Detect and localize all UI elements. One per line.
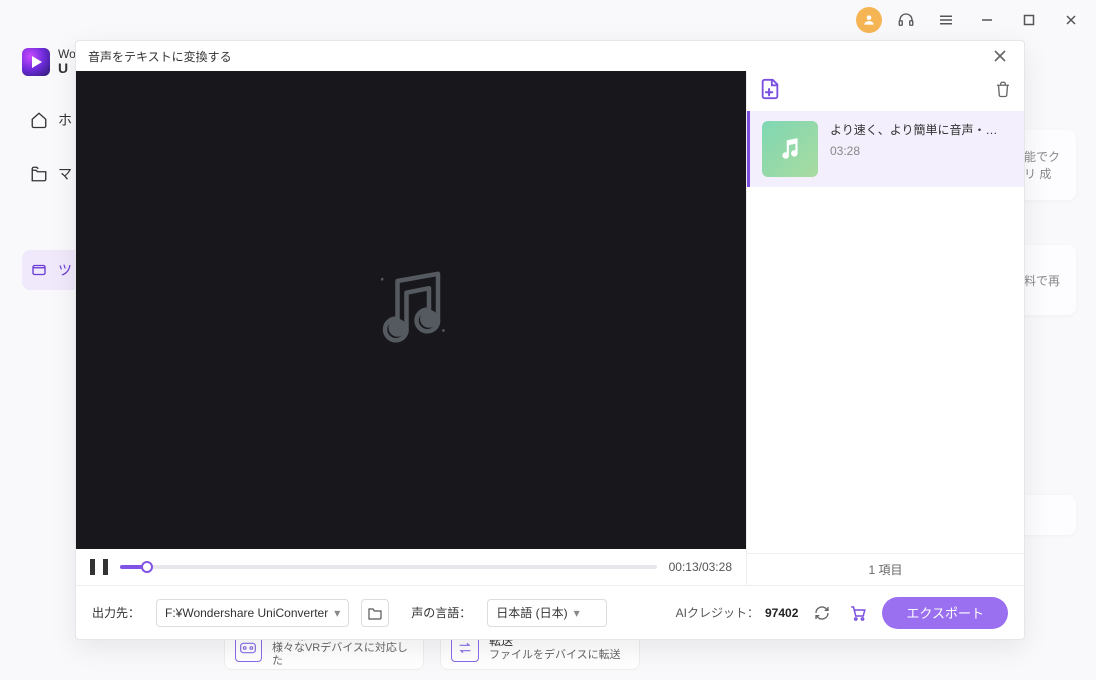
cart-icon[interactable] xyxy=(846,601,870,625)
credit-value: 97402 xyxy=(765,606,798,620)
file-item[interactable]: より速く、より簡単に音声・… 03:28 xyxy=(747,111,1024,187)
app-logo xyxy=(22,48,50,76)
bg-card xyxy=(1016,495,1076,535)
chevron-down-icon: ▾ xyxy=(334,606,340,620)
sidebar-item-label: ツ xyxy=(58,260,72,280)
hamburger-icon[interactable] xyxy=(930,4,962,36)
output-path-value: F:¥Wondershare UniConverter xyxy=(165,606,328,620)
pause-button[interactable] xyxy=(90,559,108,575)
language-value: 日本語 (日本) xyxy=(496,604,567,621)
delete-button[interactable] xyxy=(994,80,1012,103)
window-minimize-button[interactable] xyxy=(970,5,1004,35)
sidebar-item-label: ホ xyxy=(58,110,72,130)
audio-thumb-icon xyxy=(762,121,818,177)
refresh-icon[interactable] xyxy=(810,601,834,625)
stt-modal: 音声をテキストに変換する xyxy=(75,40,1025,640)
music-note-icon xyxy=(366,263,456,358)
tile-subtitle: ファイルをデバイスに転送 xyxy=(489,649,621,662)
chevron-down-icon: ▾ xyxy=(574,606,580,620)
preview-area xyxy=(76,71,746,549)
app-name: Wo U xyxy=(58,48,76,77)
open-folder-button[interactable] xyxy=(361,599,389,627)
lang-label: 声の言語： xyxy=(411,604,471,621)
bg-card: 能でクリ 成 xyxy=(1016,130,1076,200)
user-avatar[interactable] xyxy=(856,7,882,33)
file-name: より速く、より簡単に音声・… xyxy=(830,121,998,138)
add-file-button[interactable] xyxy=(759,78,781,105)
file-duration: 03:28 xyxy=(830,144,998,158)
tile-subtitle: 様々なVRデバイスに対応した xyxy=(272,642,413,668)
bg-card: 料で再 xyxy=(1016,245,1076,315)
window-maximize-button[interactable] xyxy=(1012,5,1046,35)
export-button[interactable]: エクスポート xyxy=(882,597,1008,629)
output-label: 出力先： xyxy=(92,604,140,621)
progress-slider[interactable] xyxy=(120,565,657,569)
output-path-select[interactable]: F:¥Wondershare UniConverter ▾ xyxy=(156,599,349,627)
window-close-button[interactable] xyxy=(1054,5,1088,35)
credit-label: AIクレジット： xyxy=(676,604,759,621)
language-select[interactable]: 日本語 (日本) ▾ xyxy=(487,599,607,627)
file-count: 1 項目 xyxy=(747,553,1024,585)
sidebar-item-label: マ xyxy=(58,164,72,184)
playback-time: 00:13/03:28 xyxy=(669,560,732,574)
modal-title: 音声をテキストに変換する xyxy=(88,48,232,65)
headset-icon[interactable] xyxy=(890,4,922,36)
close-icon[interactable] xyxy=(988,44,1012,68)
